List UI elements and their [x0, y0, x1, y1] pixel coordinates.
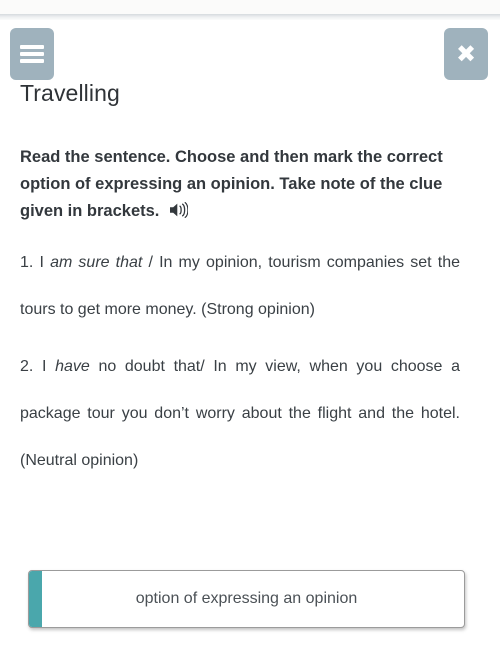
instruction-text: Read the sentence. Choose and then mark …: [20, 144, 460, 227]
hamburger-icon: [20, 45, 44, 63]
answer-option-accent-bar: [29, 571, 42, 627]
page-title: Travelling: [20, 80, 120, 106]
question-1-part-1: I: [39, 254, 51, 271]
answer-options-list: option of expressing an opinion: [28, 570, 465, 628]
hamburger-bar-3: [20, 59, 44, 63]
browser-strip-shadow: [0, 14, 500, 20]
question-2-part-1: I: [42, 358, 56, 375]
hamburger-bar-2: [20, 52, 44, 56]
question-2-number: 2.: [20, 358, 34, 375]
question-1-number: 1.: [20, 254, 34, 271]
question-2: 2. I have no doubt that/ In my view, whe…: [20, 343, 460, 484]
speaker-icon[interactable]: [169, 200, 189, 227]
question-1: 1. I am sure that / In my opinion, touri…: [20, 239, 460, 333]
app-header: ✖: [0, 28, 500, 84]
question-2-part-2-italic: have: [55, 358, 90, 375]
answer-option-1[interactable]: option of expressing an opinion: [28, 570, 465, 628]
browser-top-strip: [0, 0, 500, 14]
close-icon: ✖: [455, 40, 477, 68]
answer-option-1-label: option of expressing an opinion: [135, 590, 358, 607]
instruction-label: Read the sentence. Choose and then mark …: [20, 148, 443, 220]
question-spacer: [20, 333, 460, 343]
question-1-part-2-italic: am sure that: [50, 254, 143, 271]
lesson-content: Read the sentence. Choose and then mark …: [20, 144, 460, 484]
menu-button[interactable]: [10, 28, 54, 80]
hamburger-bar-1: [20, 45, 44, 49]
close-button[interactable]: ✖: [444, 28, 488, 80]
